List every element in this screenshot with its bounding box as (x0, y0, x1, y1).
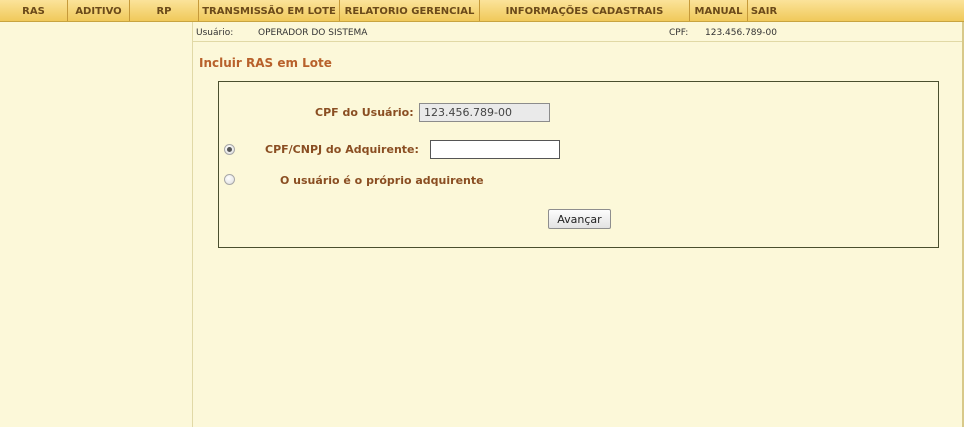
proprio-adquirente-label: O usuário é o próprio adquirente (280, 174, 484, 187)
adquirente-label: CPF/CNPJ do Adquirente: (265, 143, 419, 156)
cpf-usuario-label: CPF do Usuário: (315, 106, 414, 119)
top-menu-bar: RAS ADITIVO RP TRANSMISSÃO EM LOTE RELAT… (0, 0, 964, 22)
radio-proprio-adquirente[interactable] (224, 174, 235, 185)
menu-ras[interactable]: RAS (0, 0, 68, 21)
cpf-label: CPF: (669, 28, 689, 38)
avancar-button[interactable]: Avançar (548, 209, 611, 229)
cpf-value: 123.456.789-00 (705, 28, 777, 38)
menu-sair[interactable]: SAIR (748, 0, 780, 21)
cpf-usuario-field[interactable] (419, 103, 550, 122)
menu-relatorio-gerencial[interactable]: RELATORIO GERENCIAL (340, 0, 480, 21)
menu-rp[interactable]: RP (130, 0, 199, 21)
user-label: Usuário: (196, 28, 234, 38)
radio-selected-dot (227, 147, 232, 152)
menu-manual[interactable]: MANUAL (690, 0, 748, 21)
cpf-cnpj-adquirente-input[interactable] (430, 140, 560, 159)
user-name: OPERADOR DO SISTEMA (258, 28, 368, 38)
left-sidebar (0, 22, 193, 427)
page-title: Incluir RAS em Lote (199, 56, 332, 70)
menu-transmissao-em-lote[interactable]: TRANSMISSÃO EM LOTE (199, 0, 340, 21)
user-info-bar: Usuário: OPERADOR DO SISTEMA CPF: 123.45… (193, 22, 964, 42)
radio-adquirente[interactable] (224, 144, 235, 155)
menu-informacoes-cadastrais[interactable]: INFORMAÇÕES CADASTRAIS (480, 0, 690, 21)
menu-aditivo[interactable]: ADITIVO (68, 0, 130, 21)
